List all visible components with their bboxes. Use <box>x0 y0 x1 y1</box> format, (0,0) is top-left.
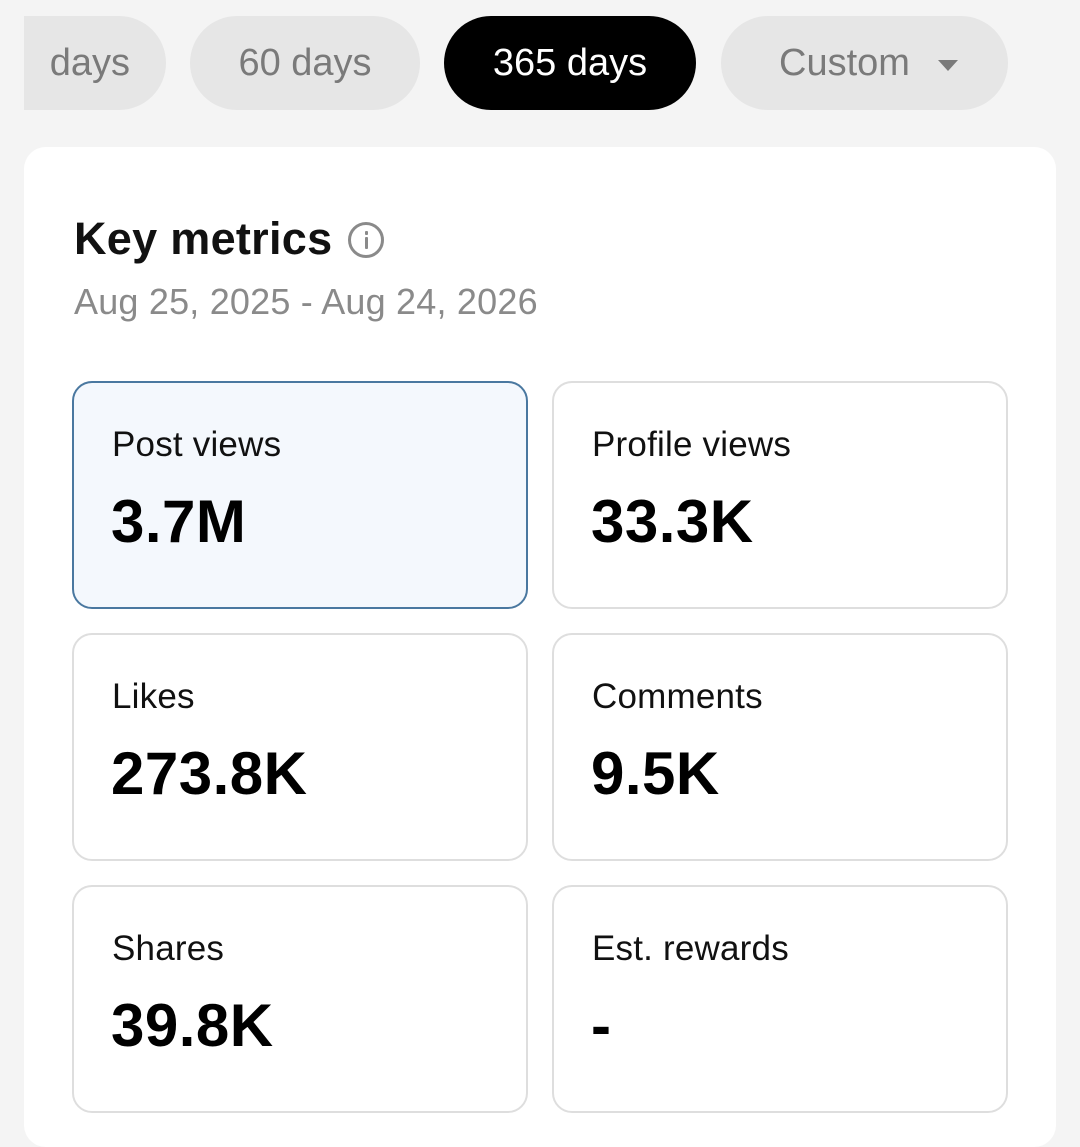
metric-value: 39.8K <box>111 992 274 1059</box>
metric-value: 9.5K <box>591 740 720 807</box>
metric-tile-likes[interactable]: Likes 273.8K <box>72 633 528 861</box>
info-icon[interactable] <box>348 222 385 258</box>
date-range-label: Aug 25, 2025 - Aug 24, 2026 <box>74 281 538 322</box>
metric-value: 33.3K <box>591 488 754 555</box>
metric-tile-est-rewards[interactable]: Est. rewards - <box>552 885 1008 1113</box>
info-icon-bar <box>364 237 368 249</box>
metric-value: 273.8K <box>111 740 308 807</box>
metric-label: Comments <box>592 677 763 716</box>
metric-label: Shares <box>112 929 225 968</box>
metric-tile-profile-views[interactable]: Profile views 33.3K <box>552 381 1008 609</box>
key-metrics-header: Key metrics <box>74 213 385 265</box>
metric-label: Likes <box>112 677 195 716</box>
filter-chip-label: 365 days <box>492 41 648 84</box>
filter-chip-60-days[interactable]: 60 days <box>190 16 420 110</box>
metric-tile-post-views[interactable]: Post views 3.7M <box>72 381 528 609</box>
metric-label: Est. rewards <box>592 929 789 968</box>
metric-tile-shares[interactable]: Shares 39.8K <box>72 885 528 1113</box>
key-metrics-card: Key metrics Aug 25, 2025 - Aug 24, 2026 … <box>24 147 1056 1147</box>
caret-down-icon <box>937 59 958 71</box>
filter-chip-label: Custom <box>779 41 910 84</box>
chip-clip-edge <box>0 16 24 110</box>
date-range-filter-bar: days 60 days 365 days Custom <box>0 0 1080 130</box>
filter-chip-365-days[interactable]: 365 days <box>444 16 696 110</box>
metric-value: - <box>591 992 612 1059</box>
filter-chip-custom[interactable]: Custom <box>721 16 1008 110</box>
filter-chip-days[interactable]: days <box>0 16 166 110</box>
filter-chip-label: days <box>49 41 130 84</box>
metric-label: Profile views <box>592 425 792 464</box>
filter-chip-label: 60 days <box>238 41 372 84</box>
info-icon-dot <box>364 231 368 235</box>
metric-tile-comments[interactable]: Comments 9.5K <box>552 633 1008 861</box>
key-metrics-title: Key metrics <box>74 213 333 264</box>
metric-value: 3.7M <box>111 488 247 555</box>
metric-label: Post views <box>112 425 282 464</box>
